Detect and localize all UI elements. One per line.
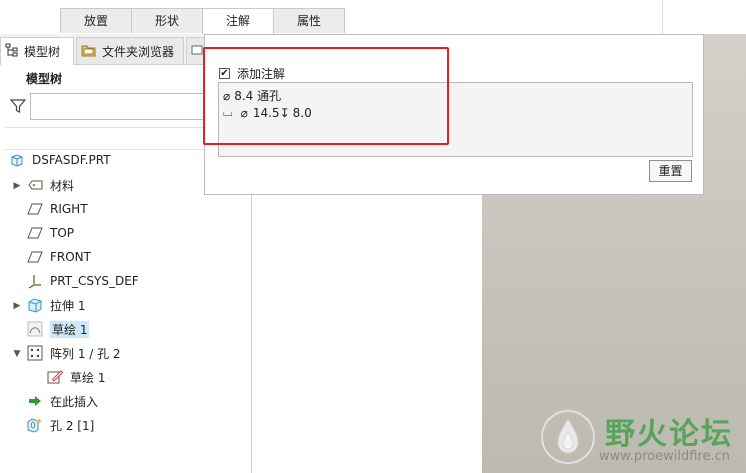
model-tree-icon xyxy=(5,43,19,60)
tree-item-label: 孔 2 [1] xyxy=(50,418,95,433)
watermark-title: 野火论坛 xyxy=(605,417,733,452)
tab-model-tree[interactable]: 模型树 xyxy=(0,37,74,65)
sketch-edit-icon xyxy=(46,369,64,385)
hole-icon xyxy=(26,417,44,433)
tree-item-right[interactable]: RIGHT xyxy=(26,198,88,220)
tree-item-sketch-child[interactable]: 草绘 1 xyxy=(46,366,105,388)
toolbar-divider xyxy=(662,0,663,34)
tree-item-front[interactable]: FRONT xyxy=(26,246,91,268)
tree-item-material[interactable]: 材料 xyxy=(26,174,74,196)
tree-item-label: 草绘 1 xyxy=(70,370,106,385)
tree-item-insert-here[interactable]: 在此插入 xyxy=(26,390,98,412)
pattern-icon xyxy=(26,345,44,361)
tree-item-sketch-selected[interactable]: 草绘 1 xyxy=(26,318,90,340)
annotation-highlight-box xyxy=(203,47,449,145)
tab-shape[interactable]: 形状 xyxy=(131,8,203,33)
datum-plane-icon xyxy=(26,201,44,217)
sketch-icon xyxy=(26,321,44,337)
csys-icon xyxy=(26,273,44,289)
tab-properties[interactable]: 属性 xyxy=(273,8,345,33)
tree-item-label: DSFASDF.PRT xyxy=(32,153,111,167)
folder-browser-icon xyxy=(81,43,97,60)
tree-item-label: 在此插入 xyxy=(50,394,99,409)
tree-item-extrude[interactable]: 拉伸 1 xyxy=(26,294,85,316)
tree-item-csys[interactable]: PRT_CSYS_DEF xyxy=(26,270,139,292)
material-icon xyxy=(26,177,44,193)
favorites-icon xyxy=(191,44,203,59)
tree-item-top[interactable]: TOP xyxy=(26,222,74,244)
forum-watermark: 野火论坛 www.proewildfire.cn xyxy=(535,405,746,473)
expand-arrow-icon[interactable]: ▶ xyxy=(12,181,22,191)
filter-icon[interactable] xyxy=(9,98,27,117)
watermark-url: www.proewildfire.cn xyxy=(599,449,730,464)
tree-item-label: RIGHT xyxy=(50,202,88,216)
insert-here-arrow-icon xyxy=(26,393,44,409)
tree-item-label: FRONT xyxy=(50,250,91,264)
ribbon-tabs: 放置 形状 注解 属性 xyxy=(60,8,345,35)
reset-button[interactable]: 重置 xyxy=(649,160,692,182)
tree-item-label: 草绘 1 xyxy=(50,320,90,338)
part-icon xyxy=(8,152,26,168)
tab-model-tree-label: 模型树 xyxy=(24,45,61,59)
expand-arrow-icon[interactable]: ▶ xyxy=(12,301,22,311)
tab-note[interactable]: 注解 xyxy=(202,8,274,35)
datum-plane-icon xyxy=(26,249,44,265)
watermark-logo-icon xyxy=(539,407,597,470)
tree-item-pattern[interactable]: 阵列 1 / 孔 2 xyxy=(26,342,121,364)
datum-plane-icon xyxy=(26,225,44,241)
tab-placement[interactable]: 放置 xyxy=(60,8,132,33)
model-tree-title: 模型树 xyxy=(26,72,63,86)
tree-item-label: 阵列 1 / 孔 2 xyxy=(50,346,121,361)
tab-folder-browser-label: 文件夹浏览器 xyxy=(102,44,175,59)
tree-item-hole[interactable]: 孔 2 [1] xyxy=(26,414,94,436)
tree-item-label: 拉伸 1 xyxy=(50,298,86,313)
tree-item-part[interactable]: DSFASDF.PRT xyxy=(8,149,111,171)
extrude-icon xyxy=(26,297,44,313)
tree-item-label: 材料 xyxy=(50,178,75,193)
top-bar: 放置 形状 注解 属性 xyxy=(0,0,746,35)
tree-item-label: TOP xyxy=(50,226,75,240)
tree-item-label: PRT_CSYS_DEF xyxy=(50,274,139,288)
collapse-arrow-icon[interactable]: ▼ xyxy=(12,349,22,359)
tab-folder-browser[interactable]: 文件夹浏览器 xyxy=(76,37,184,64)
